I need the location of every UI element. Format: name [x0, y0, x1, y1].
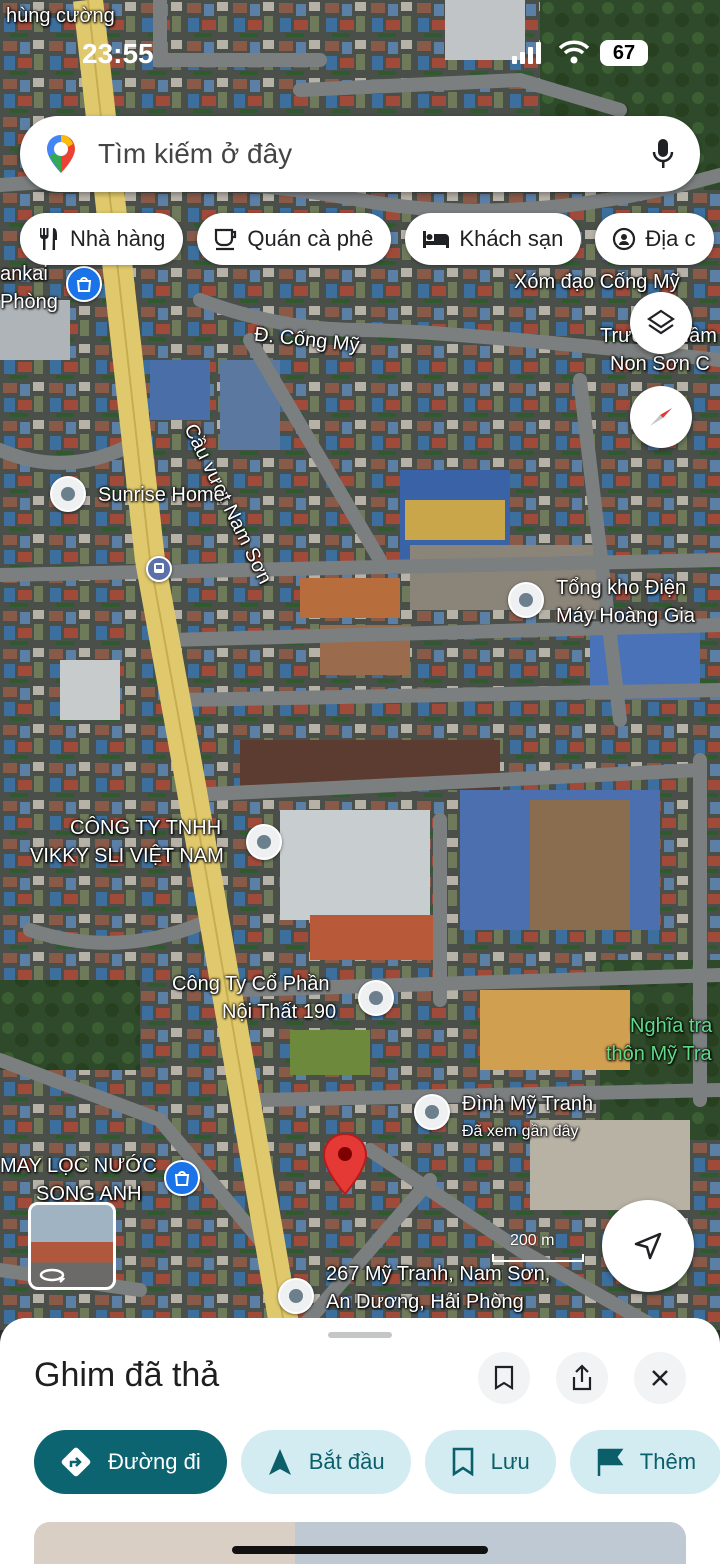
map-label-address-2: An Dương, Hải Phòng	[326, 1291, 524, 1313]
start-button[interactable]: Bắt đầu	[240, 1430, 411, 1494]
google-maps-logo-icon	[47, 135, 75, 173]
chip-label: Khách sạn	[459, 226, 564, 251]
wifi-icon	[558, 40, 590, 64]
compass-icon	[650, 408, 672, 426]
action-buttons-row: Đường đi Bắt đầu Lưu Thêm	[34, 1430, 720, 1494]
chip-restaurants[interactable]: Nhà hàng	[20, 213, 184, 265]
start-label: Bắt đầu	[308, 1449, 385, 1474]
place-pin-vikky[interactable]	[246, 824, 282, 860]
search-bar[interactable]: Tìm kiếm ở đây	[20, 116, 700, 192]
save-bookmark-button[interactable]	[478, 1352, 530, 1404]
place-pin-sunrise-home[interactable]	[50, 476, 86, 512]
place-photo[interactable]	[34, 1522, 686, 1564]
share-button[interactable]	[556, 1352, 608, 1404]
map-scale-label: 200 m	[510, 1232, 555, 1249]
more-button[interactable]: Thêm	[569, 1430, 720, 1494]
map-label-non-son: Non Sơn C	[610, 353, 710, 375]
place-pin-tong-kho[interactable]	[508, 582, 544, 618]
chip-attractions[interactable]: Địa c	[595, 213, 714, 265]
map-label-recently-viewed: Đã xem gần đây	[462, 1123, 579, 1140]
status-bar: 23:55 67	[0, 30, 720, 74]
bed-icon	[423, 231, 450, 248]
coffee-cup-icon	[215, 228, 237, 251]
place-pin-dinh-my-tranh[interactable]	[414, 1094, 450, 1130]
place-title: Ghim đã thả	[34, 1356, 220, 1394]
save-button[interactable]: Lưu	[424, 1430, 556, 1494]
map-label-xom-dao: Xóm đạo Cống Mỹ	[514, 271, 680, 293]
chip-hotels[interactable]: Khách sạn	[405, 213, 582, 265]
flag-icon	[597, 1448, 624, 1476]
compass-button[interactable]	[630, 386, 692, 448]
shopping-pin-icon[interactable]	[66, 266, 102, 302]
map-label-hung-cuong: hùng cường	[6, 5, 115, 27]
map-label-sunrise-home: Sunrise Home	[98, 484, 225, 506]
battery-indicator: 67	[600, 40, 648, 66]
rotate-360-icon	[39, 1268, 65, 1283]
map-label-loc-nuoc-1: MAY LỌC NƯỚC	[0, 1155, 157, 1177]
dropped-pin-icon[interactable]	[322, 1132, 368, 1196]
place-pin-address[interactable]	[278, 1278, 314, 1314]
map-label-tong-kho-2: Máy Hoàng Gia	[556, 605, 695, 627]
map-scale-bar	[492, 1254, 584, 1262]
save-label: Lưu	[490, 1449, 530, 1474]
close-button[interactable]	[634, 1352, 686, 1404]
chip-label: Quán cà phê	[247, 226, 374, 251]
place-pin-noi-that[interactable]	[358, 980, 394, 1016]
cellular-signal-icon	[512, 42, 541, 64]
satellite-map[interactable]: hùng cường ankai Phòng Xóm đạo Cống Mỹ T…	[0, 0, 720, 1330]
directions-button[interactable]: Đường đi	[34, 1430, 227, 1494]
shopping-pin-icon-2[interactable]	[164, 1160, 200, 1196]
fork-knife-icon	[40, 228, 57, 250]
bookmark-icon	[494, 1365, 514, 1390]
navigation-arrow-icon	[268, 1449, 291, 1475]
map-label-vikky-2: VIKKY SLI VIỆT NAM	[30, 845, 224, 867]
layers-icon	[647, 309, 675, 335]
more-label: Thêm	[639, 1449, 697, 1474]
location-arrow-icon	[634, 1232, 662, 1260]
map-label-noi-that-1: Công Ty Cổ Phần	[172, 973, 330, 995]
home-indicator	[232, 1546, 488, 1554]
directions-label: Đường đi	[108, 1449, 201, 1474]
layers-button[interactable]	[630, 292, 692, 354]
bookmark-icon	[452, 1447, 473, 1477]
search-placeholder: Tìm kiếm ở đây	[98, 138, 293, 169]
map-label-nghia-trang-1: Nghĩa tra	[630, 1015, 713, 1037]
status-time: 23:55	[82, 38, 154, 69]
place-bottom-sheet[interactable]: Ghim đã thả Đường đi Bắt đầu Lưu Thêm	[0, 1318, 720, 1564]
map-label-phong: Phòng	[0, 291, 58, 313]
map-label-tong-kho-1: Tổng kho Điện	[556, 577, 687, 599]
street-view-thumbnail[interactable]	[28, 1202, 116, 1290]
microphone-icon[interactable]	[652, 138, 674, 170]
chip-coffee[interactable]: Quán cà phê	[197, 213, 392, 265]
map-label-dinh-my-tranh: Đình Mỹ Tranh	[462, 1093, 594, 1115]
share-icon	[572, 1364, 592, 1391]
chip-label: Nhà hàng	[70, 226, 166, 251]
map-label-ankai: ankai	[0, 263, 48, 285]
chip-label: Địa c	[645, 226, 696, 251]
close-icon	[652, 1370, 668, 1386]
map-imagery	[0, 0, 720, 1330]
directions-icon	[61, 1447, 91, 1477]
landmark-icon	[613, 227, 636, 251]
my-location-button[interactable]	[602, 1200, 694, 1292]
category-chips: Nhà hàng Quán cà phê Khách sạn Địa c	[20, 213, 714, 265]
map-label-vikky-1: CÔNG TY TNHH	[70, 817, 222, 839]
map-label-nghia-trang-2: thôn Mỹ Tra	[606, 1043, 712, 1065]
map-label-address-1: 267 Mỹ Tranh, Nam Sơn,	[326, 1263, 551, 1285]
bus-stop-icon[interactable]	[146, 556, 172, 582]
map-label-noi-that-2: Nội Thất 190	[222, 1001, 337, 1023]
sheet-drag-handle[interactable]	[328, 1332, 392, 1338]
